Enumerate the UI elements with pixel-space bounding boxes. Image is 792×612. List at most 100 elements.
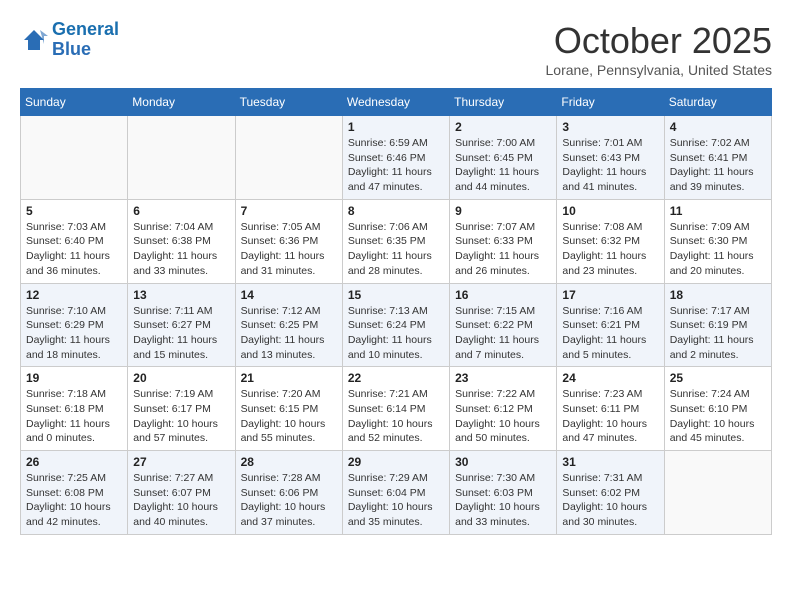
calendar-cell: 14Sunrise: 7:12 AM Sunset: 6:25 PM Dayli… [235, 283, 342, 367]
calendar-cell: 17 Sunrise: 7:16 AM Sunset: 6:21 PM Dayli… [557, 283, 664, 367]
logo: General Blue [20, 20, 119, 60]
day-info: Sunrise: 7:15 AM Sunset: 6:22 PM Dayligh… [455, 304, 551, 363]
calendar-cell: 31Sunrise: 7:31 AM Sunset: 6:02 PM Dayli… [557, 451, 664, 535]
day-number: 30 [455, 455, 551, 469]
day-info: Sunrise: 7:19 AM Sunset: 6:17 PM Dayligh… [133, 387, 229, 446]
day-info: Sunrise: 7:25 AM Sunset: 6:08 PM Dayligh… [26, 471, 122, 530]
day-info: Sunrise: 7:09 AM Sunset: 6:30 PM Dayligh… [670, 220, 766, 279]
day-info: Sunrise: 7:28 AM Sunset: 6:06 PM Dayligh… [241, 471, 337, 530]
day-info: Sunrise: 7:18 AM Sunset: 6:18 PM Dayligh… [26, 387, 122, 446]
day-info: Sunrise: 7:10 AM Sunset: 6:29 PM Dayligh… [26, 304, 122, 363]
day-number: 3 [562, 120, 658, 134]
calendar-cell: 18 Sunrise: 7:17 AM Sunset: 6:19 PM Dayli… [664, 283, 771, 367]
calendar-cell: 28 Sunrise: 7:28 AM Sunset: 6:06 PM Dayli… [235, 451, 342, 535]
day-info: Sunrise: 7:04 AM Sunset: 6:38 PM Dayligh… [133, 220, 229, 279]
day-header-thursday: Thursday [450, 89, 557, 116]
calendar-cell: 20Sunrise: 7:19 AM Sunset: 6:17 PM Dayli… [128, 367, 235, 451]
day-number: 22 [348, 371, 444, 385]
day-info: Sunrise: 7:13 AM Sunset: 6:24 PM Dayligh… [348, 304, 444, 363]
calendar-cell [21, 116, 128, 200]
day-info: Sunrise: 7:16 AM Sunset: 6:21 PM Dayligh… [562, 304, 658, 363]
day-number: 6 [133, 204, 229, 218]
calendar-cell [128, 116, 235, 200]
calendar-cell: 10 Sunrise: 7:08 AM Sunset: 6:32 PM Dayli… [557, 199, 664, 283]
day-number: 12 [26, 288, 122, 302]
day-number: 28 [241, 455, 337, 469]
day-info: Sunrise: 6:59 AM Sunset: 6:46 PM Dayligh… [348, 136, 444, 195]
day-info: Sunrise: 7:21 AM Sunset: 6:14 PM Dayligh… [348, 387, 444, 446]
day-info: Sunrise: 7:17 AM Sunset: 6:19 PM Dayligh… [670, 304, 766, 363]
day-number: 16 [455, 288, 551, 302]
day-number: 31 [562, 455, 658, 469]
day-number: 18 [670, 288, 766, 302]
calendar-cell: 12 Sunrise: 7:10 AM Sunset: 6:29 PM Dayli… [21, 283, 128, 367]
calendar-cell: 22 Sunrise: 7:21 AM Sunset: 6:14 PM Dayli… [342, 367, 449, 451]
calendar-cell: 8 Sunrise: 7:06 AM Sunset: 6:35 PM Daylig… [342, 199, 449, 283]
day-info: Sunrise: 7:20 AM Sunset: 6:15 PM Dayligh… [241, 387, 337, 446]
page-header: General Blue October 2025 Lorane, Pennsy… [20, 20, 772, 78]
day-header-tuesday: Tuesday [235, 89, 342, 116]
day-header-friday: Friday [557, 89, 664, 116]
day-info: Sunrise: 7:02 AM Sunset: 6:41 PM Dayligh… [670, 136, 766, 195]
day-number: 17 [562, 288, 658, 302]
day-number: 25 [670, 371, 766, 385]
calendar-cell: 4 Sunrise: 7:02 AM Sunset: 6:41 PM Daylig… [664, 116, 771, 200]
calendar-cell: 9 Sunrise: 7:07 AM Sunset: 6:33 PM Daylig… [450, 199, 557, 283]
day-info: Sunrise: 7:00 AM Sunset: 6:45 PM Dayligh… [455, 136, 551, 195]
day-info: Sunrise: 7:30 AM Sunset: 6:03 PM Dayligh… [455, 471, 551, 530]
day-info: Sunrise: 7:08 AM Sunset: 6:32 PM Dayligh… [562, 220, 658, 279]
calendar-cell [664, 451, 771, 535]
day-number: 29 [348, 455, 444, 469]
day-header-monday: Monday [128, 89, 235, 116]
day-info: Sunrise: 7:24 AM Sunset: 6:10 PM Dayligh… [670, 387, 766, 446]
day-header-sunday: Sunday [21, 89, 128, 116]
calendar-week-5: 26Sunrise: 7:25 AM Sunset: 6:08 PM Dayli… [21, 451, 772, 535]
day-info: Sunrise: 7:12 AM Sunset: 6:25 PM Dayligh… [241, 304, 337, 363]
calendar-cell: 15 Sunrise: 7:13 AM Sunset: 6:24 PM Dayli… [342, 283, 449, 367]
day-info: Sunrise: 7:23 AM Sunset: 6:11 PM Dayligh… [562, 387, 658, 446]
title-block: October 2025 Lorane, Pennsylvania, Unite… [546, 20, 772, 78]
day-number: 19 [26, 371, 122, 385]
calendar-cell: 11Sunrise: 7:09 AM Sunset: 6:30 PM Dayli… [664, 199, 771, 283]
calendar-cell: 21 Sunrise: 7:20 AM Sunset: 6:15 PM Dayli… [235, 367, 342, 451]
calendar-week-4: 19 Sunrise: 7:18 AM Sunset: 6:18 PM Dayli… [21, 367, 772, 451]
day-number: 15 [348, 288, 444, 302]
day-info: Sunrise: 7:29 AM Sunset: 6:04 PM Dayligh… [348, 471, 444, 530]
day-number: 27 [133, 455, 229, 469]
day-number: 9 [455, 204, 551, 218]
day-number: 5 [26, 204, 122, 218]
calendar-cell: 1 Sunrise: 6:59 AM Sunset: 6:46 PM Daylig… [342, 116, 449, 200]
day-number: 7 [241, 204, 337, 218]
day-header-wednesday: Wednesday [342, 89, 449, 116]
day-info: Sunrise: 7:05 AM Sunset: 6:36 PM Dayligh… [241, 220, 337, 279]
day-info: Sunrise: 7:07 AM Sunset: 6:33 PM Dayligh… [455, 220, 551, 279]
calendar-cell: 24Sunrise: 7:23 AM Sunset: 6:11 PM Dayli… [557, 367, 664, 451]
calendar-header: SundayMondayTuesdayWednesdayThursdayFrid… [21, 89, 772, 116]
day-info: Sunrise: 7:01 AM Sunset: 6:43 PM Dayligh… [562, 136, 658, 195]
calendar-cell: 25 Sunrise: 7:24 AM Sunset: 6:10 PM Dayli… [664, 367, 771, 451]
day-info: Sunrise: 7:06 AM Sunset: 6:35 PM Dayligh… [348, 220, 444, 279]
calendar-table: SundayMondayTuesdayWednesdayThursdayFrid… [20, 88, 772, 535]
calendar-cell [235, 116, 342, 200]
calendar-week-1: 1 Sunrise: 6:59 AM Sunset: 6:46 PM Daylig… [21, 116, 772, 200]
day-info: Sunrise: 7:03 AM Sunset: 6:40 PM Dayligh… [26, 220, 122, 279]
calendar-cell: 26Sunrise: 7:25 AM Sunset: 6:08 PM Dayli… [21, 451, 128, 535]
calendar-cell: 6 Sunrise: 7:04 AM Sunset: 6:38 PM Daylig… [128, 199, 235, 283]
calendar-body: 1 Sunrise: 6:59 AM Sunset: 6:46 PM Daylig… [21, 116, 772, 535]
day-number: 4 [670, 120, 766, 134]
logo-text: General Blue [52, 20, 119, 60]
day-number: 8 [348, 204, 444, 218]
calendar-cell: 27 Sunrise: 7:27 AM Sunset: 6:07 PM Dayli… [128, 451, 235, 535]
day-number: 21 [241, 371, 337, 385]
calendar-cell: 29 Sunrise: 7:29 AM Sunset: 6:04 PM Dayli… [342, 451, 449, 535]
day-header-saturday: Saturday [664, 89, 771, 116]
day-info: Sunrise: 7:11 AM Sunset: 6:27 PM Dayligh… [133, 304, 229, 363]
day-number: 13 [133, 288, 229, 302]
calendar-cell: 23Sunrise: 7:22 AM Sunset: 6:12 PM Dayli… [450, 367, 557, 451]
day-info: Sunrise: 7:27 AM Sunset: 6:07 PM Dayligh… [133, 471, 229, 530]
day-number: 1 [348, 120, 444, 134]
day-number: 23 [455, 371, 551, 385]
day-number: 10 [562, 204, 658, 218]
calendar-cell: 3 Sunrise: 7:01 AM Sunset: 6:43 PM Daylig… [557, 116, 664, 200]
location-subtitle: Lorane, Pennsylvania, United States [546, 62, 772, 78]
